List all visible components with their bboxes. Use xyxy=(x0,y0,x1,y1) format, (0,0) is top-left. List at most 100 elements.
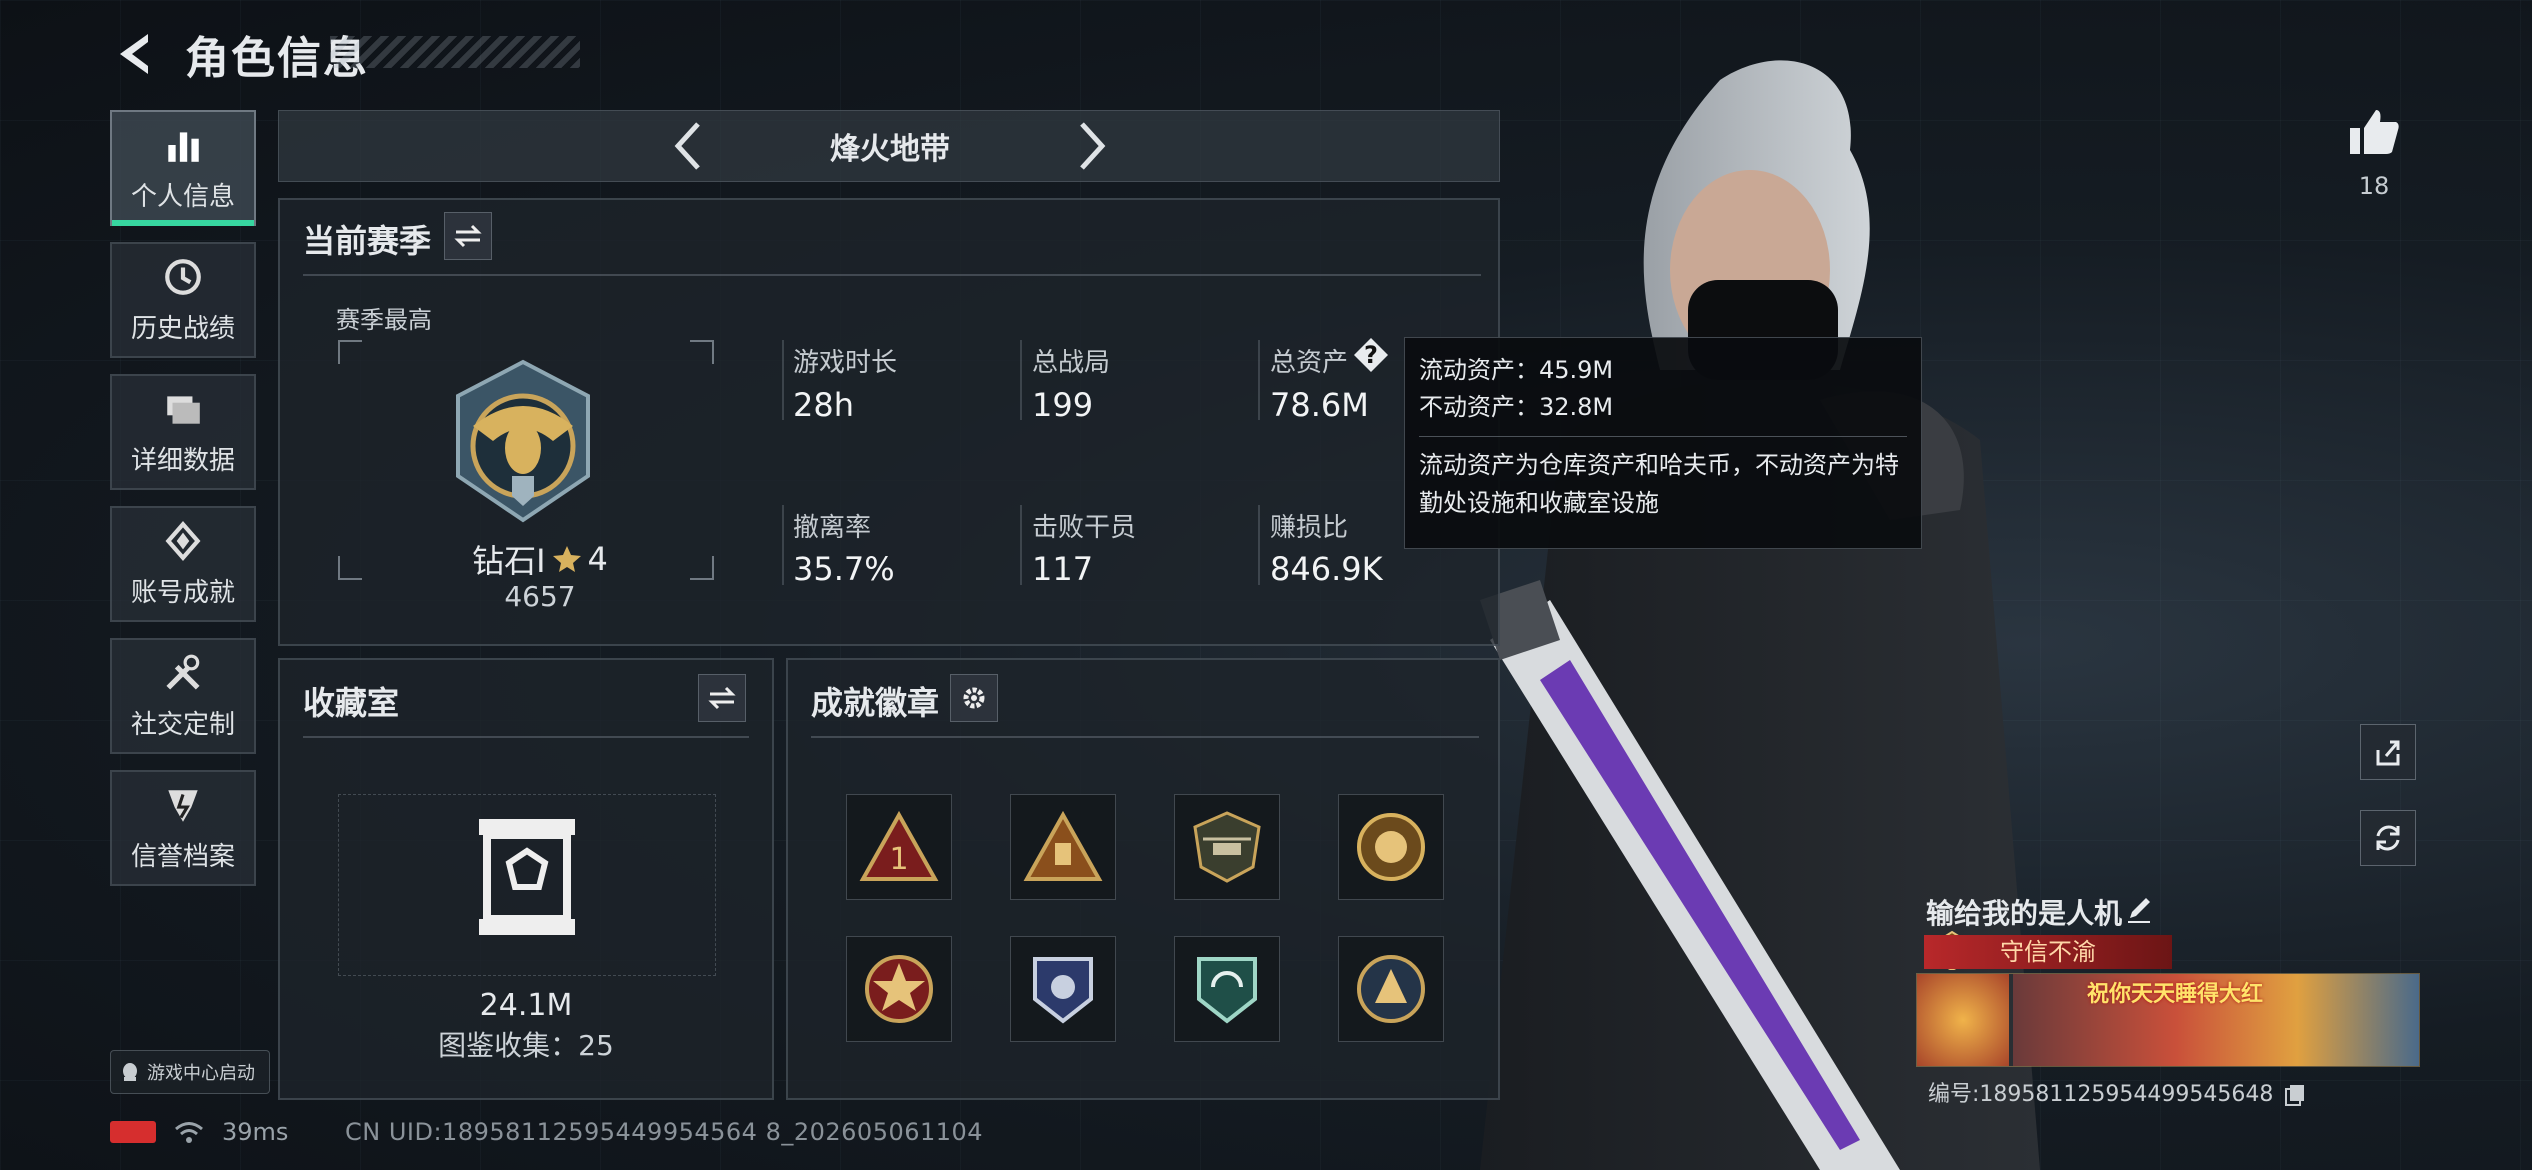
rank-name: 钻石I xyxy=(472,542,546,580)
uid-text: CN UID:18958112595449954564 8_2026050611… xyxy=(345,1118,984,1146)
title-decoration xyxy=(330,36,580,68)
rank-one-badge-icon[interactable]: 1 xyxy=(846,794,952,900)
launch-label: 游戏中心启动 xyxy=(147,1063,255,1084)
banner-text: 祝你天天睡得大红 xyxy=(2087,982,2264,1007)
refresh-icon xyxy=(2376,825,2400,851)
chevron-right-icon xyxy=(1080,122,1106,170)
player-banner[interactable]: 祝你天天睡得大红 xyxy=(1916,973,2420,1067)
mode-prev-button[interactable] xyxy=(668,118,708,174)
copy-icon[interactable] xyxy=(2284,1083,2306,1107)
reputation-icon xyxy=(168,789,198,822)
sidebar-item-details[interactable]: 详细数据 xyxy=(110,374,256,490)
display-case-icon xyxy=(479,819,575,935)
pyramid-badge-icon[interactable] xyxy=(1010,794,1116,900)
stat-value: 199 xyxy=(1032,386,1094,424)
achievement-icon xyxy=(165,520,201,561)
sidebar-item-label: 个人信息 xyxy=(130,181,235,212)
collection-catalog: 图鉴收集：25 xyxy=(438,1029,614,1062)
sidebar-item-personal-info[interactable]: 个人信息 xyxy=(110,110,256,226)
tooltip-fixed-assets: 不动资产：32.8M xyxy=(1419,393,1614,422)
collection-switch-button[interactable] xyxy=(698,674,746,722)
helicopter-badge-icon[interactable] xyxy=(1174,794,1280,900)
player-id-text: 编号:1895811259544995456​48 xyxy=(1928,1082,2274,1107)
stat-value: 846.9K xyxy=(1270,550,1383,588)
mask-badge-icon[interactable] xyxy=(1338,794,1444,900)
collection-room-preview[interactable] xyxy=(338,794,716,976)
ping-value: 39ms xyxy=(222,1118,289,1146)
player-title-tag: 守信不渝 xyxy=(1924,935,2172,969)
arrows-shield-badge-icon[interactable] xyxy=(1174,936,1280,1042)
folder-icon xyxy=(167,395,200,424)
divider xyxy=(811,736,1479,738)
mode-next-button[interactable] xyxy=(1072,118,1112,174)
divider xyxy=(1258,505,1260,585)
stat-label: 赚损比 xyxy=(1270,513,1349,543)
sidebar-item-social[interactable]: 社交定制 xyxy=(110,638,256,754)
rank-stars: 4 xyxy=(587,540,608,578)
rank-points: 4657 xyxy=(504,580,576,613)
season-best-label: 赛季最高 xyxy=(336,306,432,334)
sidebar-item-label: 社交定制 xyxy=(130,709,235,740)
stat-label: 总资产 xyxy=(1270,348,1349,378)
tooltip-description: 流动资产为仓库资产和哈夫币，不动资产为特勤处设施和收藏室设施 xyxy=(1419,451,1899,517)
edit-name-button[interactable] xyxy=(2124,894,2154,924)
stat-value: 78.6M xyxy=(1270,386,1369,424)
stat-value: 117 xyxy=(1032,550,1094,588)
tools-icon xyxy=(166,654,200,690)
share-icon xyxy=(2376,740,2400,766)
refresh-button[interactable] xyxy=(2360,810,2416,866)
stat-label: 撤离率 xyxy=(793,513,872,543)
divider xyxy=(1419,436,1907,438)
like-count: 18 xyxy=(2358,172,2390,200)
back-button[interactable] xyxy=(110,28,160,80)
season-switch-button[interactable] xyxy=(444,212,492,260)
collection-value: 24.1M xyxy=(479,988,573,1023)
sidebar-item-label: 历史战绩 xyxy=(130,313,235,344)
qq-icon xyxy=(123,1063,137,1081)
divider xyxy=(782,340,784,420)
sidebar-item-reputation[interactable]: 信誉档案 xyxy=(110,770,256,886)
like-button[interactable] xyxy=(2346,106,2402,162)
divider xyxy=(1258,340,1260,420)
stat-label: 游戏时长 xyxy=(793,348,898,378)
thumbs-up-icon xyxy=(2350,110,2399,154)
badges-title: 成就徽章 xyxy=(811,684,940,722)
divider xyxy=(1020,505,1022,585)
police-badge-icon[interactable] xyxy=(1010,936,1116,1042)
total-assets-tooltip: 流动资产：45.9M 不动资产：32.8M 流动资产为仓库资产和哈夫币，不动资产… xyxy=(1404,337,1922,549)
sidebar-item-label: 账号成就 xyxy=(130,577,235,608)
divider xyxy=(1020,340,1022,420)
chevron-left-icon xyxy=(674,122,700,170)
season-title: 当前赛季 xyxy=(303,222,432,260)
swap-icon xyxy=(708,686,736,710)
star-icon xyxy=(552,546,581,572)
svg-text:1: 1 xyxy=(889,842,908,877)
divider xyxy=(303,274,1481,276)
stat-label: 击败干员 xyxy=(1032,513,1137,543)
sidebar-item-history[interactable]: 历史战绩 xyxy=(110,242,256,358)
badges-settings-button[interactable] xyxy=(950,674,998,722)
rank-line: 钻石I 4 xyxy=(450,536,630,582)
gear-icon xyxy=(963,687,985,709)
game-center-launch-chip[interactable]: 游戏中心启动 xyxy=(110,1050,270,1094)
wifi-icon xyxy=(175,1122,203,1143)
rank-emblem-icon xyxy=(456,359,590,523)
player-id: 编号:1895811259544995456​48 xyxy=(1928,1076,2306,1108)
beast-badge-icon[interactable] xyxy=(1338,936,1444,1042)
star-badge-icon[interactable] xyxy=(846,936,952,1042)
pencil-icon xyxy=(2128,898,2150,923)
share-button[interactable] xyxy=(2360,724,2416,780)
sidebar-item-label: 详细数据 xyxy=(130,445,235,476)
stat-label: 总战局 xyxy=(1032,348,1111,378)
stat-value: 28h xyxy=(793,386,854,424)
mode-name: 烽火地带 xyxy=(830,132,950,167)
status-bar: 39ms xyxy=(110,1118,288,1146)
banner-food-image xyxy=(1917,974,2009,1066)
sidebar-item-achievements[interactable]: 账号成就 xyxy=(110,506,256,622)
history-icon xyxy=(165,258,201,295)
tooltip-liquid-assets: 流动资产：45.9M xyxy=(1419,356,1614,384)
back-arrow-icon xyxy=(120,34,148,74)
stat-value: 35.7% xyxy=(793,550,895,588)
battery-icon xyxy=(110,1121,156,1143)
divider xyxy=(782,505,784,585)
